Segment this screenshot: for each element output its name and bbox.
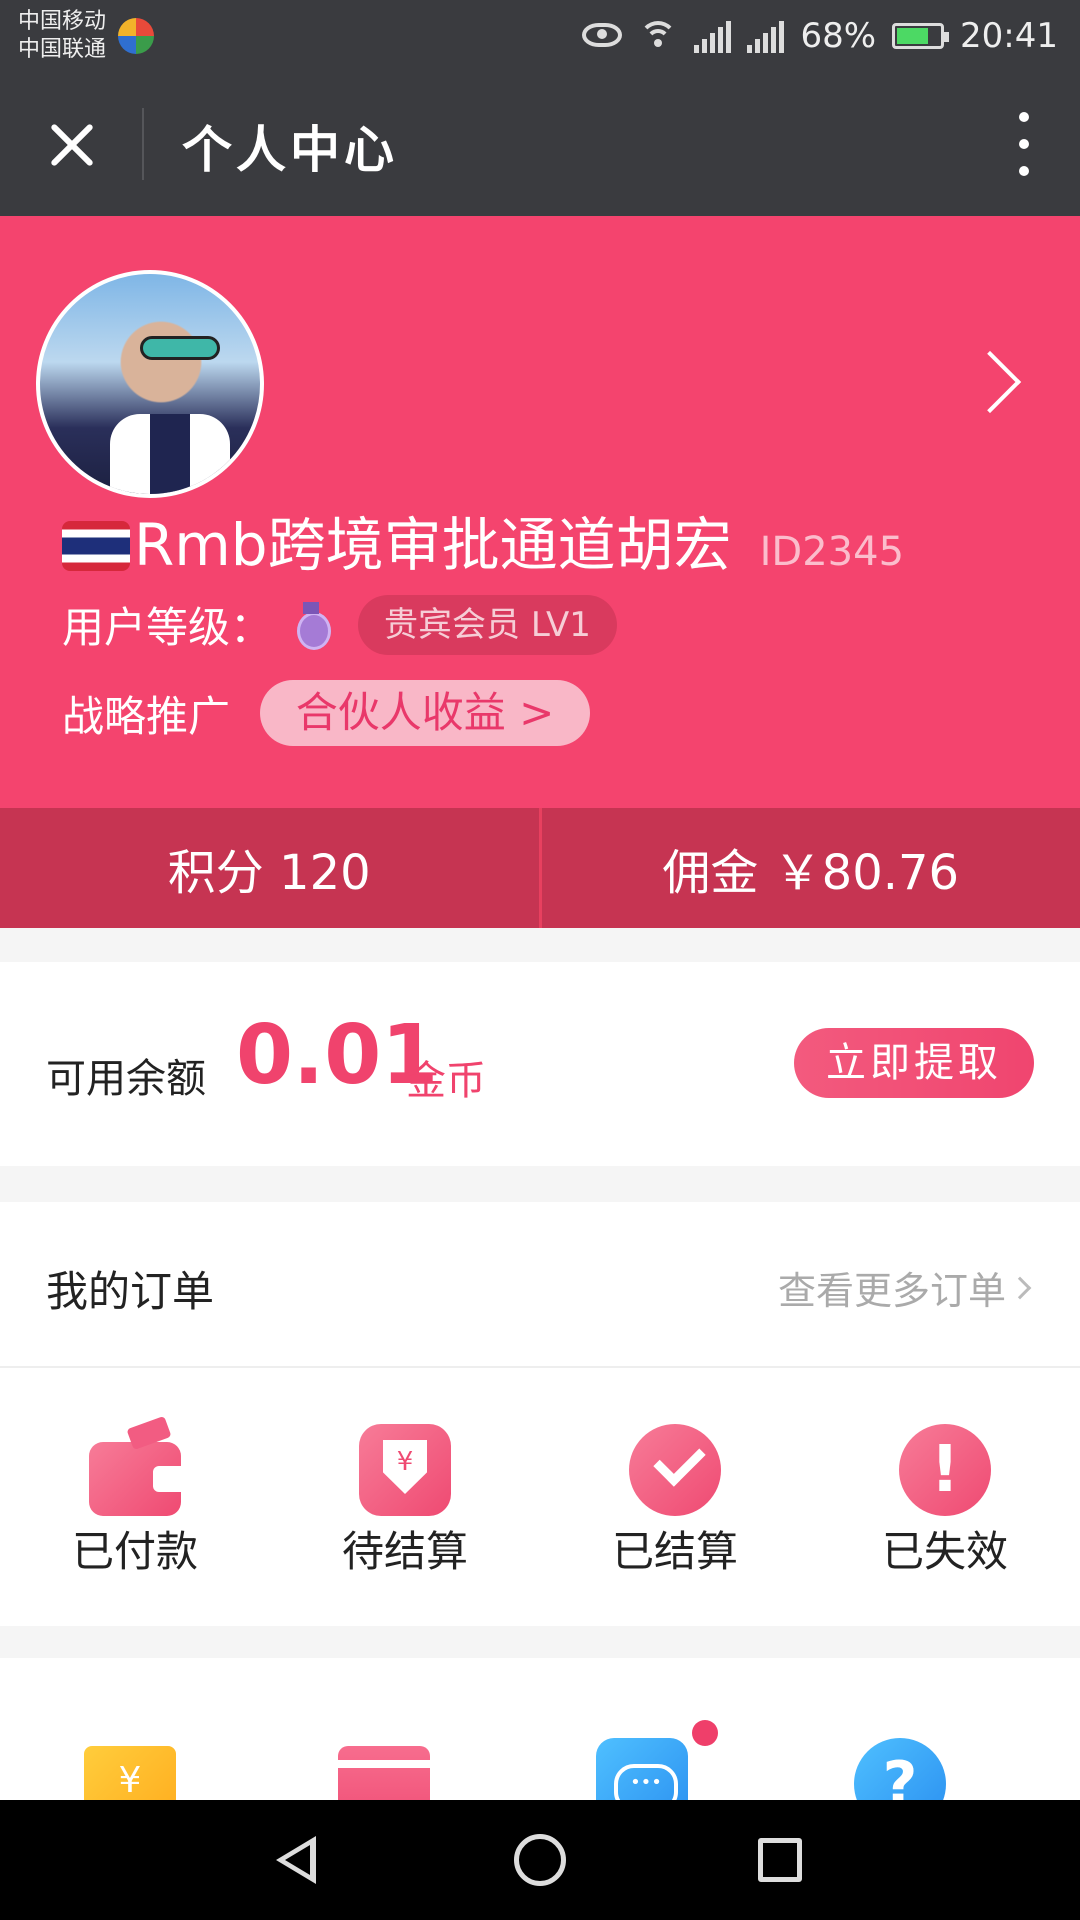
user-level-row: 用户等级： 贵宾会员 LV1: [62, 594, 617, 655]
orders-title: 我的订单: [46, 1267, 215, 1316]
carrier-1: 中国移动: [18, 9, 107, 34]
order-settled[interactable]: 已结算: [540, 1368, 810, 1626]
username: Rmb跨境审批通道胡宏: [134, 511, 732, 579]
user-id: ID2345: [759, 529, 905, 575]
signal-icon-2: [747, 19, 785, 53]
promotion-row: 战略推广 合伙人收益 >: [62, 680, 591, 746]
clock: 20:41: [960, 16, 1058, 56]
orders-header: 我的订单 查看更多订单: [0, 1202, 1080, 1368]
withdraw-button[interactable]: 立即提取: [794, 1028, 1034, 1098]
thailand-flag-icon: [62, 521, 130, 571]
title-divider: [142, 108, 144, 180]
profile-header[interactable]: Rmb跨境审批通道胡宏 ID2345 用户等级： 贵宾会员 LV1 战略推广 合…: [0, 216, 1080, 808]
name-row: Rmb跨境审批通道胡宏 ID2345: [62, 498, 904, 582]
notification-dot: [692, 1720, 718, 1746]
view-more-orders-link[interactable]: 查看更多订单: [777, 1260, 1032, 1315]
status-bar: 中国移动 中国联通 68% 20:41: [0, 0, 1080, 72]
checkmark-icon: [629, 1424, 721, 1516]
medal-icon: [294, 601, 332, 650]
order-paid-label: 已付款: [71, 1527, 198, 1576]
balance-card: 可用余额 0.01 金币 立即提取: [0, 962, 1080, 1166]
carrier-info: 中国移动 中国联通: [18, 8, 106, 64]
coupon-icon[interactable]: ¥: [84, 1746, 176, 1800]
page-title: 个人中心: [182, 121, 398, 179]
order-settled-label: 已结算: [611, 1527, 738, 1576]
chat-icon[interactable]: [596, 1738, 688, 1800]
back-icon[interactable]: [276, 1836, 316, 1884]
commission-stat[interactable]: 佣金 ￥80.76: [538, 808, 1080, 928]
order-expired[interactable]: ! 已失效: [810, 1368, 1080, 1626]
close-icon[interactable]: [40, 116, 104, 172]
home-icon[interactable]: [514, 1834, 566, 1886]
view-more-orders-label: 查看更多订单: [777, 1269, 1006, 1313]
tools-row: ¥ ?: [0, 1658, 1080, 1800]
help-icon[interactable]: ?: [854, 1738, 946, 1800]
wifi-icon: [638, 19, 678, 53]
level-badge: 贵宾会员 LV1: [358, 594, 617, 655]
signal-icon: [694, 19, 732, 53]
points-stat[interactable]: 积分 120: [0, 808, 539, 928]
system-nav-bar: [0, 1800, 1080, 1920]
stats-bar: 积分 120 佣金 ￥80.76: [0, 808, 1080, 928]
order-pending[interactable]: 待结算: [270, 1368, 540, 1626]
chevron-right-icon: [1008, 1276, 1032, 1299]
battery-icon: [892, 23, 950, 49]
avatar[interactable]: [36, 270, 264, 498]
exclamation-icon: !: [899, 1424, 991, 1516]
orders-card: 我的订单 查看更多订单 已付款 待结算 已结算 ! 已失效: [0, 1202, 1080, 1626]
wallet-icon: [89, 1442, 185, 1516]
pending-settlement-icon: [359, 1424, 451, 1516]
shop-icon[interactable]: [338, 1746, 430, 1800]
status-indicators: 68% 20:41: [582, 14, 1058, 58]
more-options-icon[interactable]: [1004, 112, 1044, 176]
order-status-grid: 已付款 待结算 已结算 ! 已失效: [0, 1368, 1080, 1626]
order-expired-label: 已失效: [881, 1527, 1008, 1576]
order-paid[interactable]: 已付款: [0, 1368, 270, 1626]
title-bar: 个人中心: [0, 72, 1080, 216]
balance-label: 可用余额: [46, 1056, 206, 1102]
promotion-label: 战略推广: [62, 691, 231, 741]
level-label: 用户等级：: [62, 603, 273, 652]
chevron-right-icon[interactable]: [958, 350, 1022, 414]
eye-comfort-icon: [582, 19, 623, 53]
carrier-2: 中国联通: [18, 37, 107, 62]
balance-unit: 金币: [406, 1058, 486, 1104]
recent-apps-icon[interactable]: [758, 1838, 802, 1882]
order-pending-label: 待结算: [341, 1527, 468, 1576]
battery-percent: 68%: [800, 16, 877, 56]
carrier-logo-icon: [118, 18, 154, 54]
partner-earnings-button[interactable]: 合伙人收益 >: [260, 680, 591, 746]
